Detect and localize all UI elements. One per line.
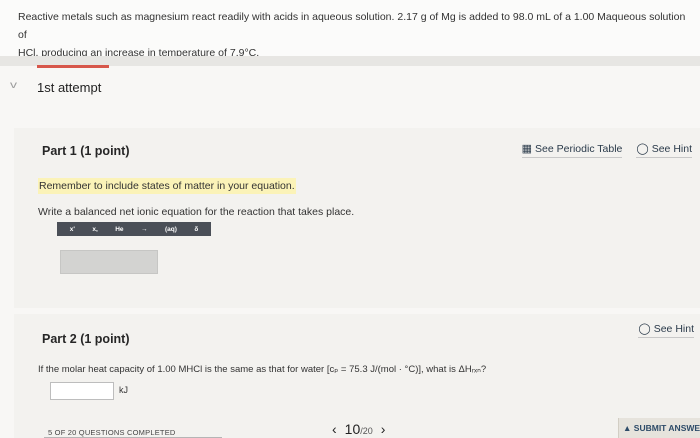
part-2-section: Part 2 (1 point) ◯ See Hint If the molar… <box>14 314 700 438</box>
question-pager: ‹ 10/20 › <box>332 421 385 437</box>
part-1-prompt: Write a balanced net ionic equation for … <box>38 206 355 218</box>
periodic-table-icon: ▦ <box>521 143 533 155</box>
next-question-button[interactable]: › <box>381 421 386 437</box>
problem-statement: Reactive metals such as magnesium react … <box>0 0 700 59</box>
reminder-highlight: Remember to include states of matter in … <box>38 178 296 194</box>
part-1-links: ▦ See Periodic Table ◯ See Hint <box>521 142 692 158</box>
lightbulb-icon: ◯ <box>636 143 649 155</box>
hint-label: See Hint <box>651 142 692 155</box>
subscript-button[interactable]: x, <box>92 226 97 233</box>
current-question: 10 <box>344 421 361 437</box>
enthalpy-answer-field[interactable] <box>50 382 114 400</box>
main-panel: v 1st attempt Part 1 (1 point) ▦ See Per… <box>0 65 700 438</box>
part-1-title: Part 1 (1 point) <box>42 144 130 158</box>
unit-label: kJ <box>119 385 128 395</box>
part-2-title: Part 2 (1 point) <box>42 332 130 346</box>
submit-icon: ▲ <box>623 423 632 433</box>
part-1-section: Part 1 (1 point) ▦ See Periodic Table ◯ … <box>14 128 700 308</box>
progress-text: 5 OF 20 QUESTIONS COMPLETED <box>48 428 176 437</box>
attempt-label: 1st attempt <box>37 80 102 95</box>
hint-label: See Hint <box>653 322 694 335</box>
attempt-indicator-bar <box>37 65 109 68</box>
superscript-button[interactable]: x' <box>70 226 75 233</box>
see-hint-link-part-2[interactable]: ◯ See Hint <box>638 322 694 338</box>
lightbulb-icon: ◯ <box>638 323 651 335</box>
element-button[interactable]: He <box>115 226 123 233</box>
prev-question-button[interactable]: ‹ <box>332 421 337 437</box>
equation-answer-field[interactable] <box>60 250 158 274</box>
total-questions: /20 <box>360 426 373 436</box>
submit-answer-button[interactable]: ▲ SUBMIT ANSWER <box>618 418 700 438</box>
see-hint-link-part-1[interactable]: ◯ See Hint <box>636 142 692 158</box>
part-2-question: If the molar heat capacity of 1.00 MHCl … <box>38 364 487 375</box>
see-periodic-table-link[interactable]: ▦ See Periodic Table <box>521 142 623 158</box>
periodic-table-label: See Periodic Table <box>535 142 623 155</box>
chevron-down-icon[interactable]: v <box>10 80 17 91</box>
state-aq-button[interactable]: (aq) <box>165 226 177 233</box>
equation-toolbar: x' x, He → (aq) δ <box>57 222 211 236</box>
arrow-button[interactable]: → <box>141 226 148 233</box>
problem-line-1: Reactive metals such as magnesium react … <box>18 11 686 41</box>
submit-label: SUBMIT ANSWER <box>633 423 700 433</box>
delta-button[interactable]: δ <box>194 226 198 233</box>
